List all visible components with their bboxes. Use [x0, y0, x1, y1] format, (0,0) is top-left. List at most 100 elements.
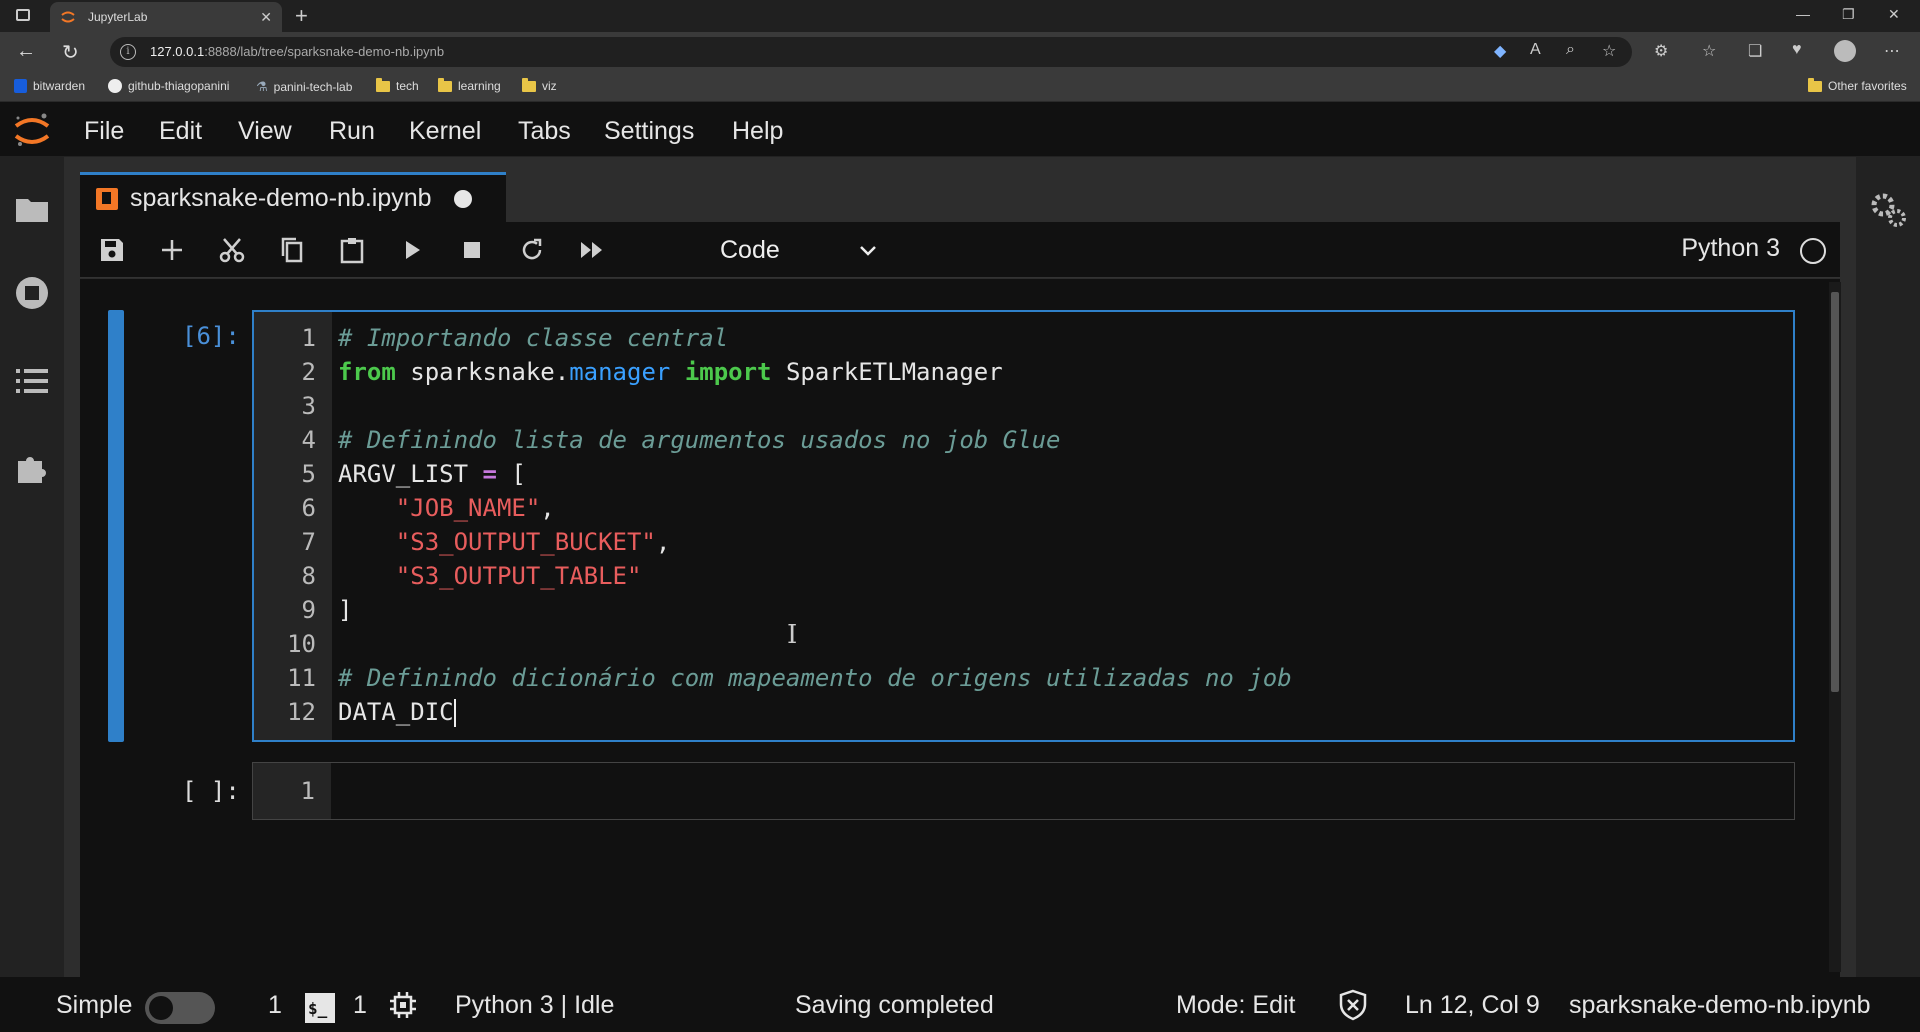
menu-run[interactable]: Run [329, 117, 375, 146]
folder-icon [1808, 77, 1822, 92]
close-tab-icon[interactable]: ✕ [260, 9, 272, 26]
code-line-12: DATA_DIC [338, 698, 456, 727]
add-favorite-icon[interactable]: ☆ [1602, 41, 1616, 61]
browser-tab-title: JupyterLab [88, 10, 148, 24]
close-window-icon[interactable]: ✕ [1888, 6, 1900, 23]
minimize-icon[interactable]: — [1796, 6, 1810, 22]
editor-mode[interactable]: Mode: Edit [1176, 991, 1296, 1020]
cursor-position[interactable]: Ln 12, Col 9 [1405, 991, 1540, 1020]
back-icon[interactable]: ← [16, 40, 36, 63]
browser-tab[interactable]: JupyterLab ✕ [50, 2, 282, 32]
favorites-icon[interactable]: ☆ [1702, 41, 1716, 61]
status-bar: Simple 1 $_ 1 Python 3 | Idle Saving com… [0, 977, 1920, 1032]
file-browser-icon[interactable] [14, 191, 50, 227]
code-text: DATA_DIC [338, 698, 454, 726]
read-aloud-icon[interactable]: A [1530, 41, 1541, 59]
extensions-icon[interactable]: ⚙ [1654, 41, 1668, 61]
line-number: 7 [301, 528, 316, 556]
cell-type-select[interactable]: Code [720, 233, 880, 267]
paste-icon[interactable] [338, 236, 366, 264]
chevron-down-icon [860, 246, 876, 256]
restore-icon[interactable]: ❐ [1842, 6, 1855, 23]
save-icon[interactable] [98, 236, 126, 264]
table-of-contents-icon[interactable] [14, 363, 50, 399]
restart-kernel-icon[interactable] [518, 236, 546, 264]
simple-mode-toggle[interactable] [145, 992, 215, 1024]
scrollbar-thumb[interactable] [1831, 292, 1839, 692]
code-cell-editor[interactable]: 1 2 3 4 5 6 7 8 9 10 11 12 # Importando … [252, 310, 1795, 742]
line-number: 10 [287, 630, 316, 658]
bookmark-tech[interactable]: tech [376, 77, 419, 93]
cut-icon[interactable] [218, 236, 246, 264]
new-tab-icon[interactable]: + [295, 3, 308, 29]
bookmark-github[interactable]: github-thiagopanini [108, 79, 229, 93]
line-number: 5 [301, 460, 316, 488]
module-attr: manager [569, 358, 671, 386]
browser-essentials-icon[interactable]: ♥ [1792, 41, 1802, 59]
bookmark-label: panini-tech-lab [273, 80, 353, 94]
line-number: 2 [301, 358, 316, 386]
bookmark-label: github-thiagopanini [128, 79, 230, 93]
menu-view[interactable]: View [238, 117, 292, 146]
text-cursor [453, 699, 456, 727]
kernel-chip-icon[interactable] [388, 990, 418, 1020]
bookmark-bitwarden[interactable]: bitwarden [14, 79, 85, 93]
empty-code-cell-editor[interactable]: 1 [252, 762, 1795, 820]
menu-kernel[interactable]: Kernel [409, 117, 481, 146]
more-menu-icon[interactable]: ⋯ [1884, 41, 1900, 61]
line-number: 12 [287, 698, 316, 726]
bookmark-label: viz [542, 79, 557, 93]
line-number: 8 [301, 562, 316, 590]
terminal-count[interactable]: 1 [268, 991, 282, 1020]
code-line-8: "S3_OUTPUT_TABLE" [338, 562, 642, 590]
folder-icon [522, 77, 536, 92]
extension-manager-icon[interactable] [14, 449, 50, 485]
flask-icon: ⚗ [256, 79, 268, 94]
url-field[interactable]: i 127.0.0.1:8888/lab/tree/sparksnake-dem… [110, 37, 1632, 67]
module-name: sparksnake. [410, 358, 570, 386]
browser-titlebar: JupyterLab ✕ + — ❐ ✕ [0, 0, 1920, 32]
menu-help[interactable]: Help [732, 117, 783, 146]
code-line-5: ARGV_LIST = [ [338, 460, 526, 488]
menu-settings[interactable]: Settings [604, 117, 694, 146]
kernel-count[interactable]: 1 [353, 991, 367, 1020]
terminal-icon[interactable]: $_ [305, 993, 335, 1023]
insert-cell-icon[interactable] [158, 236, 186, 264]
folder-icon [376, 77, 390, 92]
profile-avatar-icon[interactable] [1834, 40, 1856, 62]
zoom-icon[interactable]: ⌕ [1566, 41, 1575, 59]
reload-icon[interactable]: ↻ [62, 40, 79, 65]
running-sessions-icon[interactable] [14, 275, 50, 311]
line-number: 3 [301, 392, 316, 420]
menu-file[interactable]: File [84, 117, 124, 146]
line-number: 1 [301, 324, 316, 352]
notebook-scrollbar[interactable] [1829, 282, 1841, 972]
bookmark-learning[interactable]: learning [438, 77, 501, 93]
copy-icon[interactable] [278, 236, 306, 264]
bookmark-other-favorites[interactable]: Other favorites [1808, 77, 1907, 93]
run-cell-icon[interactable] [398, 236, 426, 264]
kernel-status-text[interactable]: Python 3 | Idle [455, 991, 614, 1020]
menu-tabs[interactable]: Tabs [518, 117, 571, 146]
code-line-2: from sparksnake.manager import SparkETLM… [338, 358, 1003, 386]
keyword-import: import [684, 358, 772, 386]
variable-name: ARGV_LIST [338, 460, 469, 488]
active-cell-collapser[interactable] [108, 310, 124, 742]
string-literal: "S3_OUTPUT_TABLE" [395, 562, 642, 590]
unsaved-changes-dot-icon[interactable] [453, 189, 472, 208]
tab-actions-icon[interactable] [16, 9, 30, 21]
site-info-icon[interactable]: i [120, 44, 136, 60]
line-number: 6 [301, 494, 316, 522]
tag-icon[interactable]: ◆ [1494, 41, 1506, 61]
kernel-name[interactable]: Python 3 [1681, 234, 1780, 263]
menu-edit[interactable]: Edit [159, 117, 202, 146]
bookmark-panini-tech-lab[interactable]: ⚗ panini-tech-lab [256, 79, 352, 95]
collections-icon[interactable]: ❏ [1748, 41, 1762, 61]
trusted-notebook-shield-icon[interactable] [1338, 989, 1368, 1021]
notebook-tab-title: sparksnake-demo-nb.ipynb [130, 184, 432, 212]
restart-run-all-icon[interactable] [578, 236, 606, 264]
bookmark-viz[interactable]: viz [522, 77, 557, 93]
interrupt-kernel-icon[interactable] [458, 236, 486, 264]
notebook-tab[interactable]: sparksnake-demo-nb.ipynb [80, 172, 506, 222]
property-inspector-gears-icon[interactable] [1870, 193, 1908, 229]
